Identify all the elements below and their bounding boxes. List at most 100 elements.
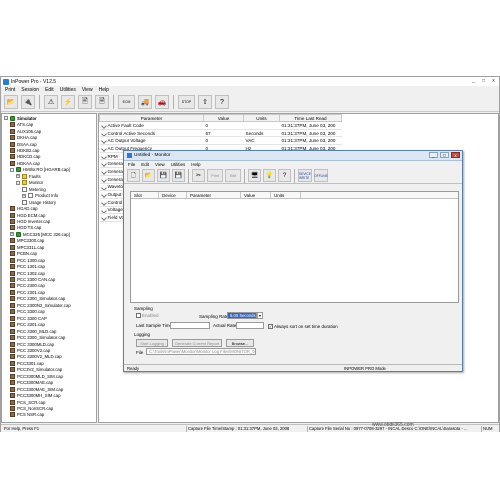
col-units[interactable]: Units (243, 114, 280, 122)
tree-item-label: PCC 1301.cap (17, 264, 45, 270)
monitor-close-button[interactable]: x (451, 152, 460, 158)
col-parameter[interactable]: Parameter (99, 114, 204, 122)
chevron-down-icon[interactable]: ▾ (257, 312, 263, 319)
warning-button[interactable]: ⚠ (44, 95, 58, 109)
sampling-rate-select[interactable]: 5.00 Seconds (227, 312, 257, 319)
root-icon (10, 115, 15, 121)
print-button[interactable]: Print (207, 169, 223, 182)
monitor-minimize-button[interactable]: _ (429, 152, 438, 158)
maximize-button[interactable]: □ (480, 78, 487, 84)
file-icon (10, 289, 15, 295)
car-button[interactable]: 🚗 (155, 95, 169, 109)
table-row[interactable]: Active Fault Code 0 01:31:37PM, June 03, 2… (99, 121, 342, 130)
sampling-enabled-checkbox[interactable]: Enabled (136, 313, 159, 319)
monitor-maximize-button[interactable]: □ (440, 152, 449, 158)
open-file-button[interactable]: 📂 (4, 95, 18, 109)
enabled-check-box[interactable] (136, 313, 141, 319)
save-all-icon[interactable]: 💾 (172, 169, 185, 182)
menu-view[interactable]: View (82, 87, 93, 93)
menu-session[interactable]: Session (21, 87, 39, 93)
grid-col-slot[interactable]: Slot (131, 192, 159, 198)
device-button[interactable]: DEVICE WRITE (298, 169, 312, 182)
table-row[interactable]: AC Output Voltage 0 VAC 01:31:37PM, June 03… (99, 136, 342, 146)
ecm-button[interactable]: ECM (118, 95, 135, 109)
minimize-button[interactable]: _ (470, 78, 477, 84)
file-icon (10, 360, 15, 366)
menu-print[interactable]: Print (5, 87, 15, 93)
monitor-window[interactable]: Untitled - Monitor _ □ x File Edit View … (123, 150, 463, 372)
fault-button[interactable]: ⚡ (61, 95, 75, 109)
menu-help[interactable]: Help (99, 87, 109, 93)
open-icon[interactable]: 📂 (142, 169, 155, 182)
menu-edit[interactable]: Edit (45, 87, 54, 93)
param-time: 01:31:37PM, June 03, 200 (279, 129, 342, 138)
monitor-grid-header: Slot Device Parameter Value Units (131, 192, 458, 199)
param-name: Active Fault Code (99, 121, 204, 130)
tree-item-label: PCC 3300MLD.cap (17, 341, 55, 347)
truck-button[interactable]: 🚚 (138, 95, 152, 109)
tree-item-label: AUX105.cap (17, 128, 42, 134)
expand-icon[interactable]: + (16, 174, 20, 179)
folder-icon (22, 173, 27, 179)
always-sort-check-box[interactable]: ✓ (268, 324, 273, 330)
table-row[interactable]: Control Active Seconds 67 Seconds 01:31:37P… (99, 129, 342, 138)
cut-icon[interactable]: ✂ (192, 169, 205, 182)
new-icon[interactable]: 🗋 (127, 169, 140, 182)
help-icon[interactable]: ? (278, 169, 291, 182)
collapse-icon[interactable]: - (4, 116, 8, 121)
help-button[interactable]: ? (215, 95, 229, 109)
tree-item-label: ATS.cap (17, 122, 34, 128)
device-tree[interactable]: - Simulator ATS.cap AUX105.cap DKHA.cap DSAA.… (1, 113, 97, 423)
toolbar-separator (244, 168, 245, 183)
monitor-menu-edit[interactable]: Edit (141, 162, 149, 167)
file-icon (10, 341, 15, 347)
edit-button[interactable]: Edit (225, 169, 241, 182)
col-time-last-read[interactable]: Time Last Read (279, 114, 342, 122)
save-icon[interactable]: 💾 (157, 169, 170, 182)
monitor-menu-view[interactable]: View (155, 162, 165, 167)
param-time: 01:31:37PM, June 03, 200 (279, 121, 342, 130)
status-capture-time: Capture File Time/Stamp : 01:31:37PM, Ju… (186, 426, 306, 432)
tree-item-label: PCC3V2_Simulator.cap (17, 367, 63, 373)
grid-col-value[interactable]: Value (241, 192, 271, 198)
always-sort-checkbox[interactable]: ✓ Always sort on set time duration (268, 324, 338, 330)
generate-report-button[interactable]: Generate Current Report (172, 339, 222, 347)
connect-button[interactable]: 🔌 (21, 95, 35, 109)
close-button[interactable]: x (490, 78, 497, 84)
monitor-menu-file[interactable]: File (128, 162, 135, 167)
monitor-icon[interactable]: 🖥 (248, 169, 261, 182)
tree-item[interactable]: PCS NSR.cap (10, 412, 44, 419)
tree-item-label: PCC 3300_MLD.cap (17, 328, 57, 334)
tree-item-label: Faults (29, 173, 41, 179)
tree-item-label: PCC 3301.cap (17, 322, 45, 328)
offline-button[interactable]: OFFLINE (314, 169, 328, 182)
tree-item-label: PCC 1300.cap (17, 257, 45, 263)
grid-col-parameter[interactable]: Parameter (187, 192, 241, 198)
expand-icon[interactable]: + (10, 232, 14, 237)
info-icon[interactable]: 💡 (263, 169, 276, 182)
tree-item-label: HDKAA.cap (17, 160, 40, 166)
log-file-field[interactable]: C:\Tools\InPower\Monitor\Monitor Log Fil… (146, 348, 256, 355)
file-icon (10, 212, 15, 218)
tree-item-label: PCC 2300_Simulator.cap (17, 296, 66, 302)
collapse-icon[interactable]: - (16, 180, 20, 185)
start-logging-button[interactable]: Start Logging (136, 339, 168, 347)
grid-col-units[interactable]: Units (271, 192, 301, 198)
title-bar[interactable]: InPower Pro - V12.5 _ □ x (1, 77, 499, 86)
tree-item-label: PCS_NonSCR.cap (17, 406, 54, 412)
expand-icon[interactable]: + (22, 193, 26, 198)
upload-button[interactable]: ⇧ (198, 95, 212, 109)
collapse-icon[interactable]: - (10, 167, 14, 172)
browse-button[interactable]: Browse... (226, 339, 254, 347)
col-value[interactable]: Value (203, 114, 244, 122)
monitor-grid[interactable]: Slot Device Parameter Value Units (130, 191, 459, 303)
stop-button[interactable]: STOP (178, 95, 195, 109)
monitor-menu-utilities[interactable]: Utilities (171, 162, 186, 167)
monitor-title-bar[interactable]: Untitled - Monitor _ □ x (124, 151, 462, 161)
menu-utilities[interactable]: Utilities (60, 87, 76, 93)
param-units (243, 121, 280, 130)
calibrate-button[interactable]: 🖹 (78, 95, 92, 109)
monitor-button[interactable]: 🗎 (95, 95, 109, 109)
grid-col-device[interactable]: Device (159, 192, 187, 198)
monitor-menu-help[interactable]: Help (191, 162, 200, 167)
